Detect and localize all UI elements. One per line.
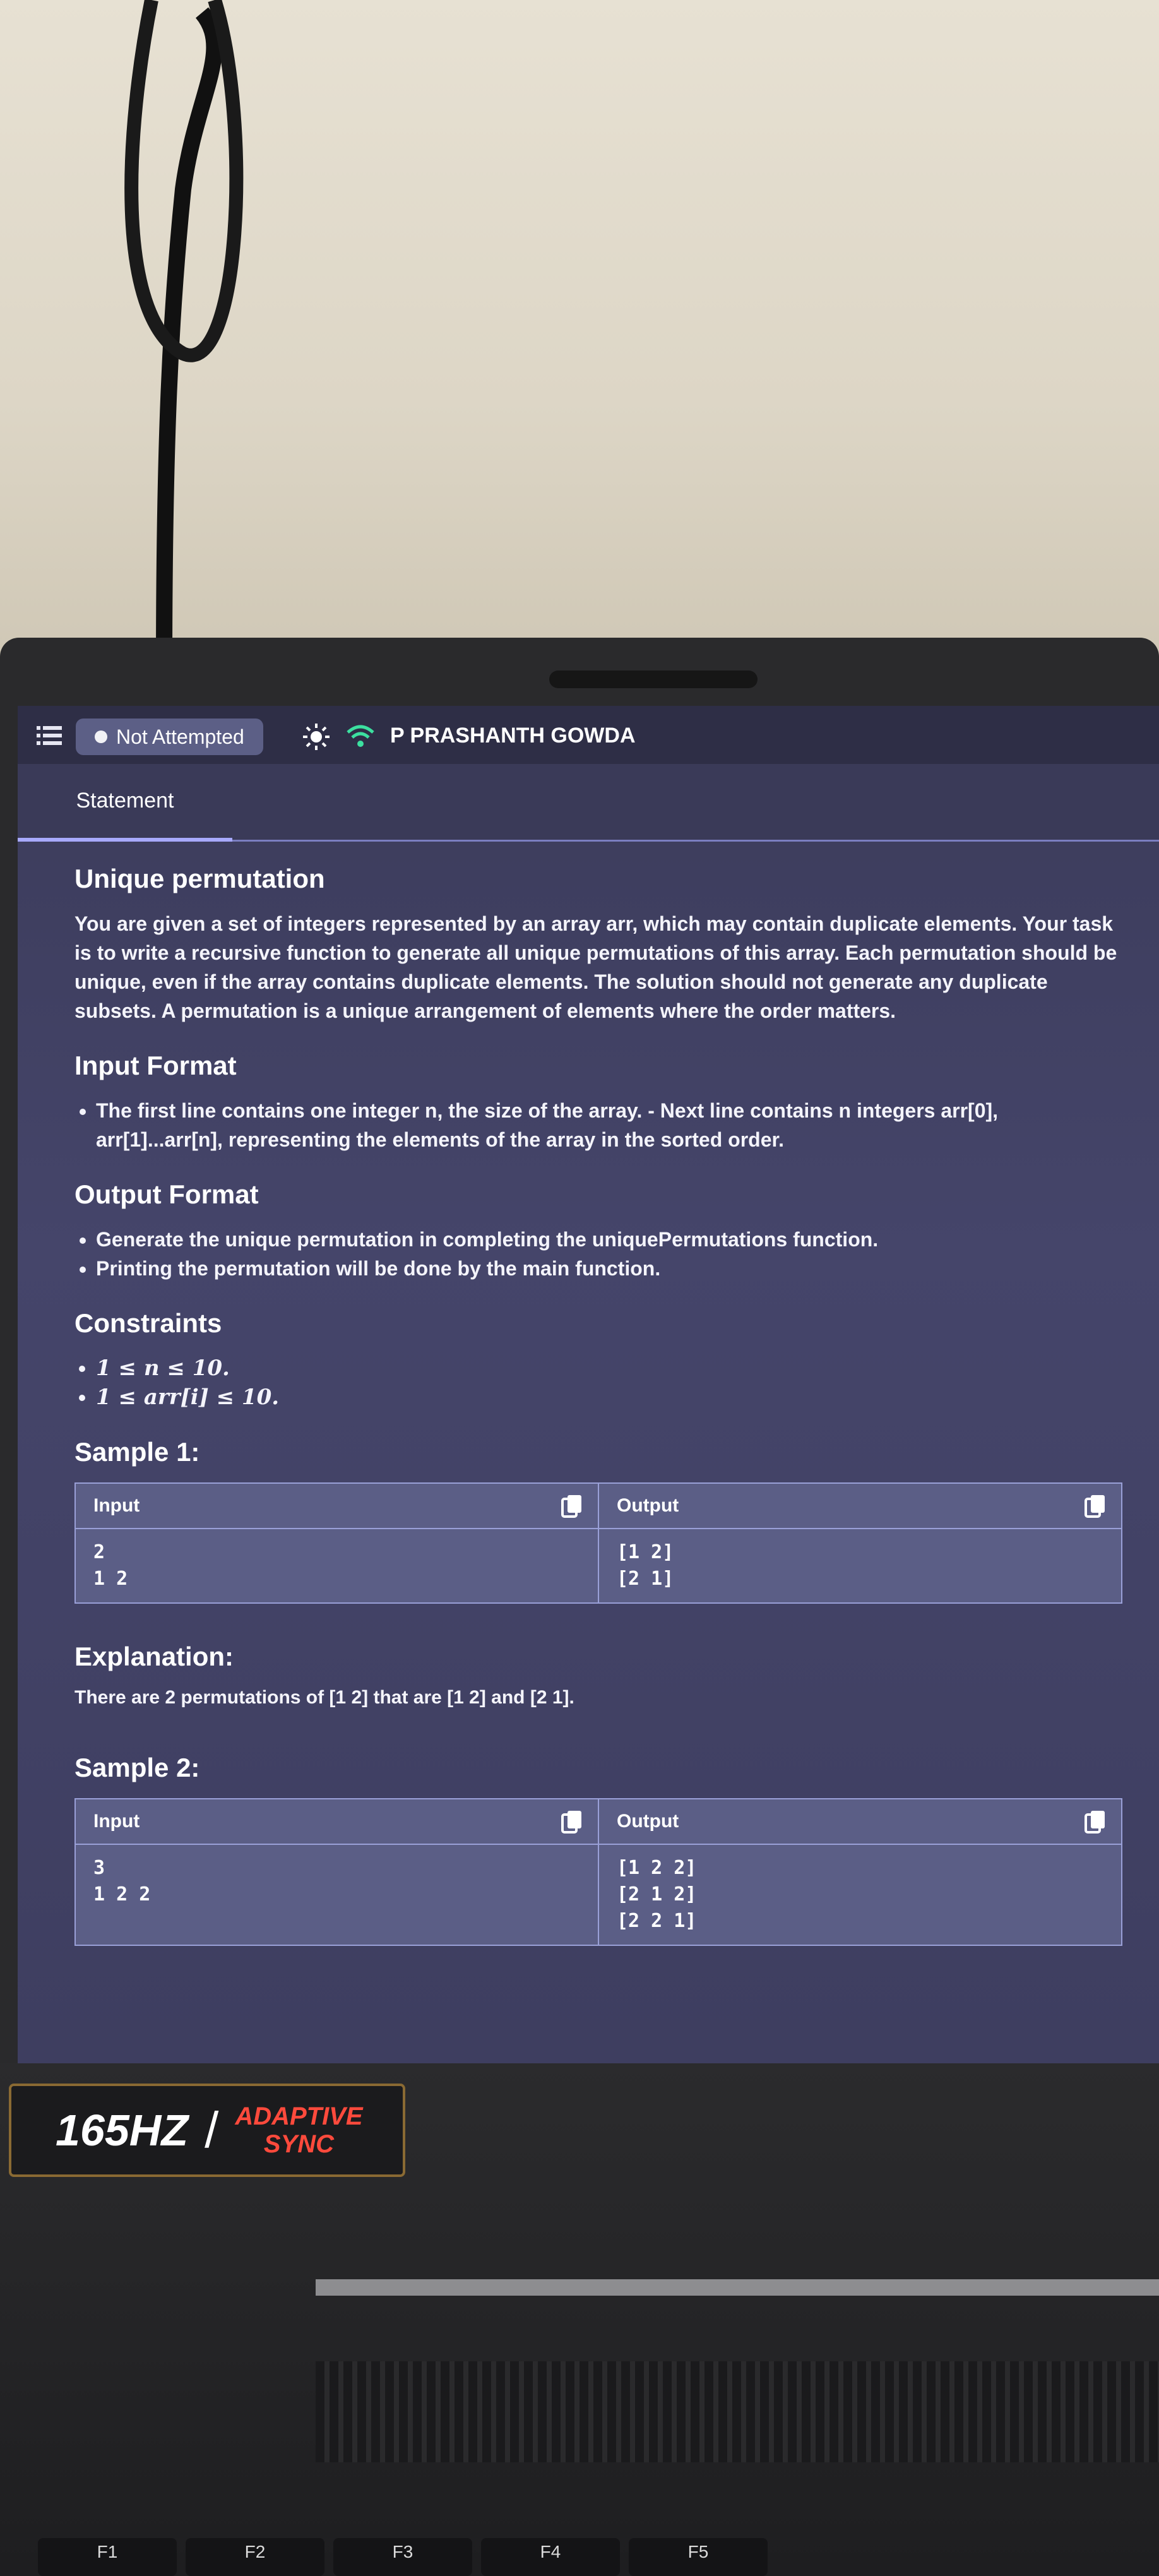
sample-output-header: Output [598, 1798, 1122, 1845]
cable-image [124, 0, 244, 669]
key-f3[interactable]: F3 [333, 2538, 472, 2576]
sample-2-table: Input Output 3 1 2 2 [1 2 2] [2 1 2] [2 … [74, 1798, 1122, 1946]
input-format-heading: Input Format [74, 1051, 237, 1080]
input-format-item: The first line contains one integer n, t… [96, 1096, 1122, 1154]
status-label: Not Attempted [116, 725, 244, 748]
sample-input-header: Input [74, 1798, 599, 1845]
key-f1[interactable]: F1 [38, 2538, 177, 2576]
key-f4[interactable]: F4 [481, 2538, 620, 2576]
badge-adaptive-text: ADAPTIVE SYNC [235, 2102, 363, 2158]
output-format-item: Generate the unique permutation in compl… [96, 1225, 1122, 1254]
user-name[interactable]: P PRASHANTH GOWDA [390, 724, 636, 748]
output-format-section: Output Format Generate the unique permut… [74, 1179, 1122, 1283]
sample-input-header: Input [74, 1482, 599, 1529]
list-menu-icon[interactable] [37, 725, 62, 746]
top-bar: Not Attempted P PRASHANTH GOWDA [18, 706, 1159, 764]
problem-content: Unique permutation You are given a set o… [74, 864, 1122, 1984]
key-f2[interactable]: F2 [186, 2538, 324, 2576]
copy-icon[interactable] [561, 1494, 583, 1519]
theme-sun-icon[interactable] [302, 722, 331, 751]
copy-icon[interactable] [1085, 1810, 1106, 1835]
constraint-item: 1 ≤ arr[i] ≤ 10. [96, 1383, 1122, 1412]
copy-icon[interactable] [561, 1810, 583, 1835]
input-format-section: Input Format The first line contains one… [74, 1051, 1122, 1154]
badge-rate-text: 165HZ [56, 2106, 189, 2155]
problem-description: You are given a set of integers represen… [74, 912, 1117, 1022]
function-key-row: F1 F2 F3 F4 F5 [0, 2538, 1159, 2576]
constraints-section: Constraints 1 ≤ n ≤ 10. 1 ≤ arr[i] ≤ 10. [74, 1308, 1122, 1412]
sample-1-heading: Sample 1: [74, 1437, 200, 1467]
sample-input-cell[interactable]: 2 1 2 [74, 1528, 599, 1604]
webcam [549, 671, 758, 688]
wifi-icon [347, 725, 374, 747]
badge-divider: / [205, 2102, 219, 2158]
app-screen: Not Attempted P PRASHANTH GOWDA Statemen… [18, 706, 1159, 2063]
sample-1-table: Input Output 2 1 2 [1 2] [2 1] [74, 1482, 1122, 1604]
output-format-heading: Output Format [74, 1179, 259, 1209]
constraints-heading: Constraints [74, 1308, 222, 1338]
copy-icon[interactable] [1085, 1494, 1106, 1519]
problem-title: Unique permutation [74, 864, 325, 893]
tab-statement[interactable]: Statement [18, 764, 232, 842]
status-dot-icon [95, 730, 107, 743]
sample-input-cell[interactable]: 3 1 2 2 [74, 1844, 599, 1946]
keyboard-strip [316, 2279, 1159, 2296]
sample-output-cell[interactable]: [1 2] [2 1] [598, 1528, 1122, 1604]
refresh-rate-sticker: 165HZ / ADAPTIVE SYNC [9, 2084, 405, 2177]
sample-2-heading: Sample 2: [74, 1753, 200, 1782]
sample-output-header: Output [598, 1482, 1122, 1529]
constraint-item: 1 ≤ n ≤ 10. [96, 1354, 1122, 1383]
output-format-item: Printing the permutation will be done by… [96, 1254, 1122, 1283]
key-f5[interactable]: F5 [629, 2538, 768, 2576]
explanation-text: There are 2 permutations of [1 2] that a… [74, 1687, 574, 1708]
speaker-grille [316, 2361, 1159, 2462]
sample-output-cell[interactable]: [1 2 2] [2 1 2] [2 2 1] [598, 1844, 1122, 1946]
explanation-heading: Explanation: [74, 1642, 234, 1671]
tab-bar: Statement [18, 764, 1159, 842]
status-badge[interactable]: Not Attempted [76, 719, 263, 755]
